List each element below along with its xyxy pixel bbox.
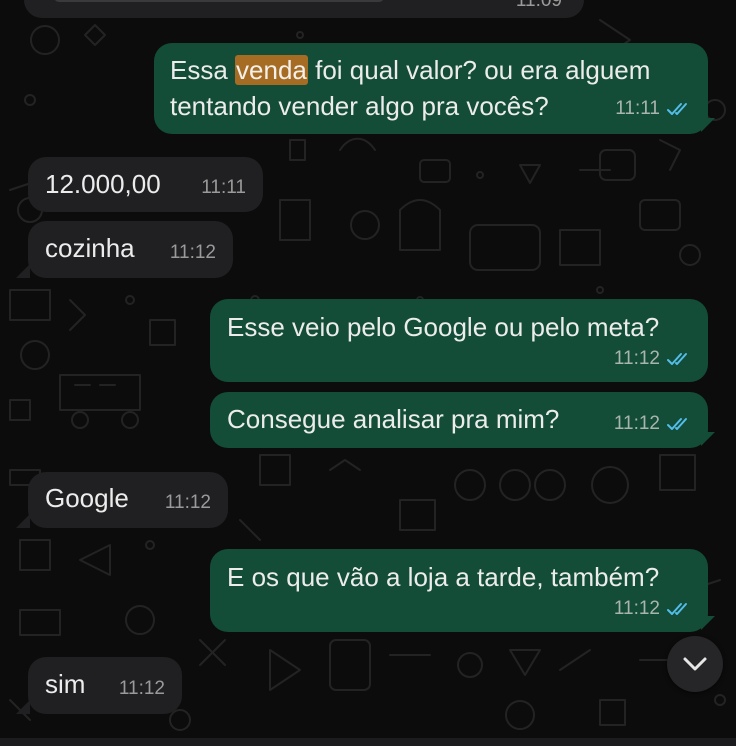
message-time: 11:09 [515,0,562,11]
bubble-tail [16,700,30,714]
chevron-down-icon [683,657,707,671]
message-text: Essa venda foi qual valor? ou era alguem [170,53,650,88]
message-meta: 11:12 [614,406,692,441]
message-text-part: Essa [170,55,236,85]
message-bubble-incoming[interactable]: sim 11:12 [28,657,182,714]
bubble-tail [16,514,30,528]
message-text: Esse veio pelo Google ou pelo meta? [227,312,660,342]
message-time: 11:12 [613,348,660,369]
message-text-line: tentando vender algo pra vocês? [170,91,549,121]
bubble-tail [701,432,715,446]
bubble-tail [16,264,30,278]
bubble-tail [701,616,715,630]
message-text: cozinha [45,233,135,263]
message-bubble-outgoing[interactable]: E os que vão a loja a tarde, também? 11:… [210,549,708,632]
double-check-icon [667,102,687,115]
message-meta: 11:11 [615,91,692,126]
bubble-tail [701,118,715,132]
message-time: 11:12 [164,492,211,513]
message-bubble-outgoing[interactable]: Essa venda foi qual valor? ou era alguem… [154,43,708,134]
message-bubble-incoming[interactable]: cozinha 11:12 [28,221,233,278]
message-time: 11:11 [615,98,660,119]
message-time: 11:12 [169,242,216,263]
message-text: Google [45,483,129,513]
message-text: E os que vão a loja a tarde, também? [227,562,660,592]
message-bubble-incoming-partial[interactable]: 11:09 [24,0,584,18]
message-bubble-incoming[interactable]: Google 11:12 [28,472,228,528]
double-check-icon [667,602,687,615]
message-time: 11:11 [201,177,246,198]
message-meta: 11:12 [614,591,692,626]
message-text: 12.000,00 [45,169,161,199]
message-time: 11:12 [613,413,660,434]
message-text: sim [45,669,86,699]
message-text: Consegue analisar pra mim? [227,404,560,434]
message-time: 11:12 [118,678,165,699]
message-text-part: foi qual valor? ou era alguem [307,55,651,85]
double-check-icon [667,417,687,430]
message-time: 11:12 [613,598,660,619]
message-bubble-incoming[interactable]: 12.000,00 11:11 [28,157,263,212]
composer-edge [0,738,736,746]
message-meta: 11:12 [614,341,692,376]
message-bubble-outgoing[interactable]: Esse veio pelo Google ou pelo meta? 11:1… [210,299,708,382]
message-text-cropped [54,0,384,2]
message-bubble-outgoing[interactable]: Consegue analisar pra mim? 11:12 [210,392,708,448]
scroll-to-bottom-button[interactable] [667,636,723,692]
search-highlight: venda [235,55,308,85]
double-check-icon [667,352,687,365]
